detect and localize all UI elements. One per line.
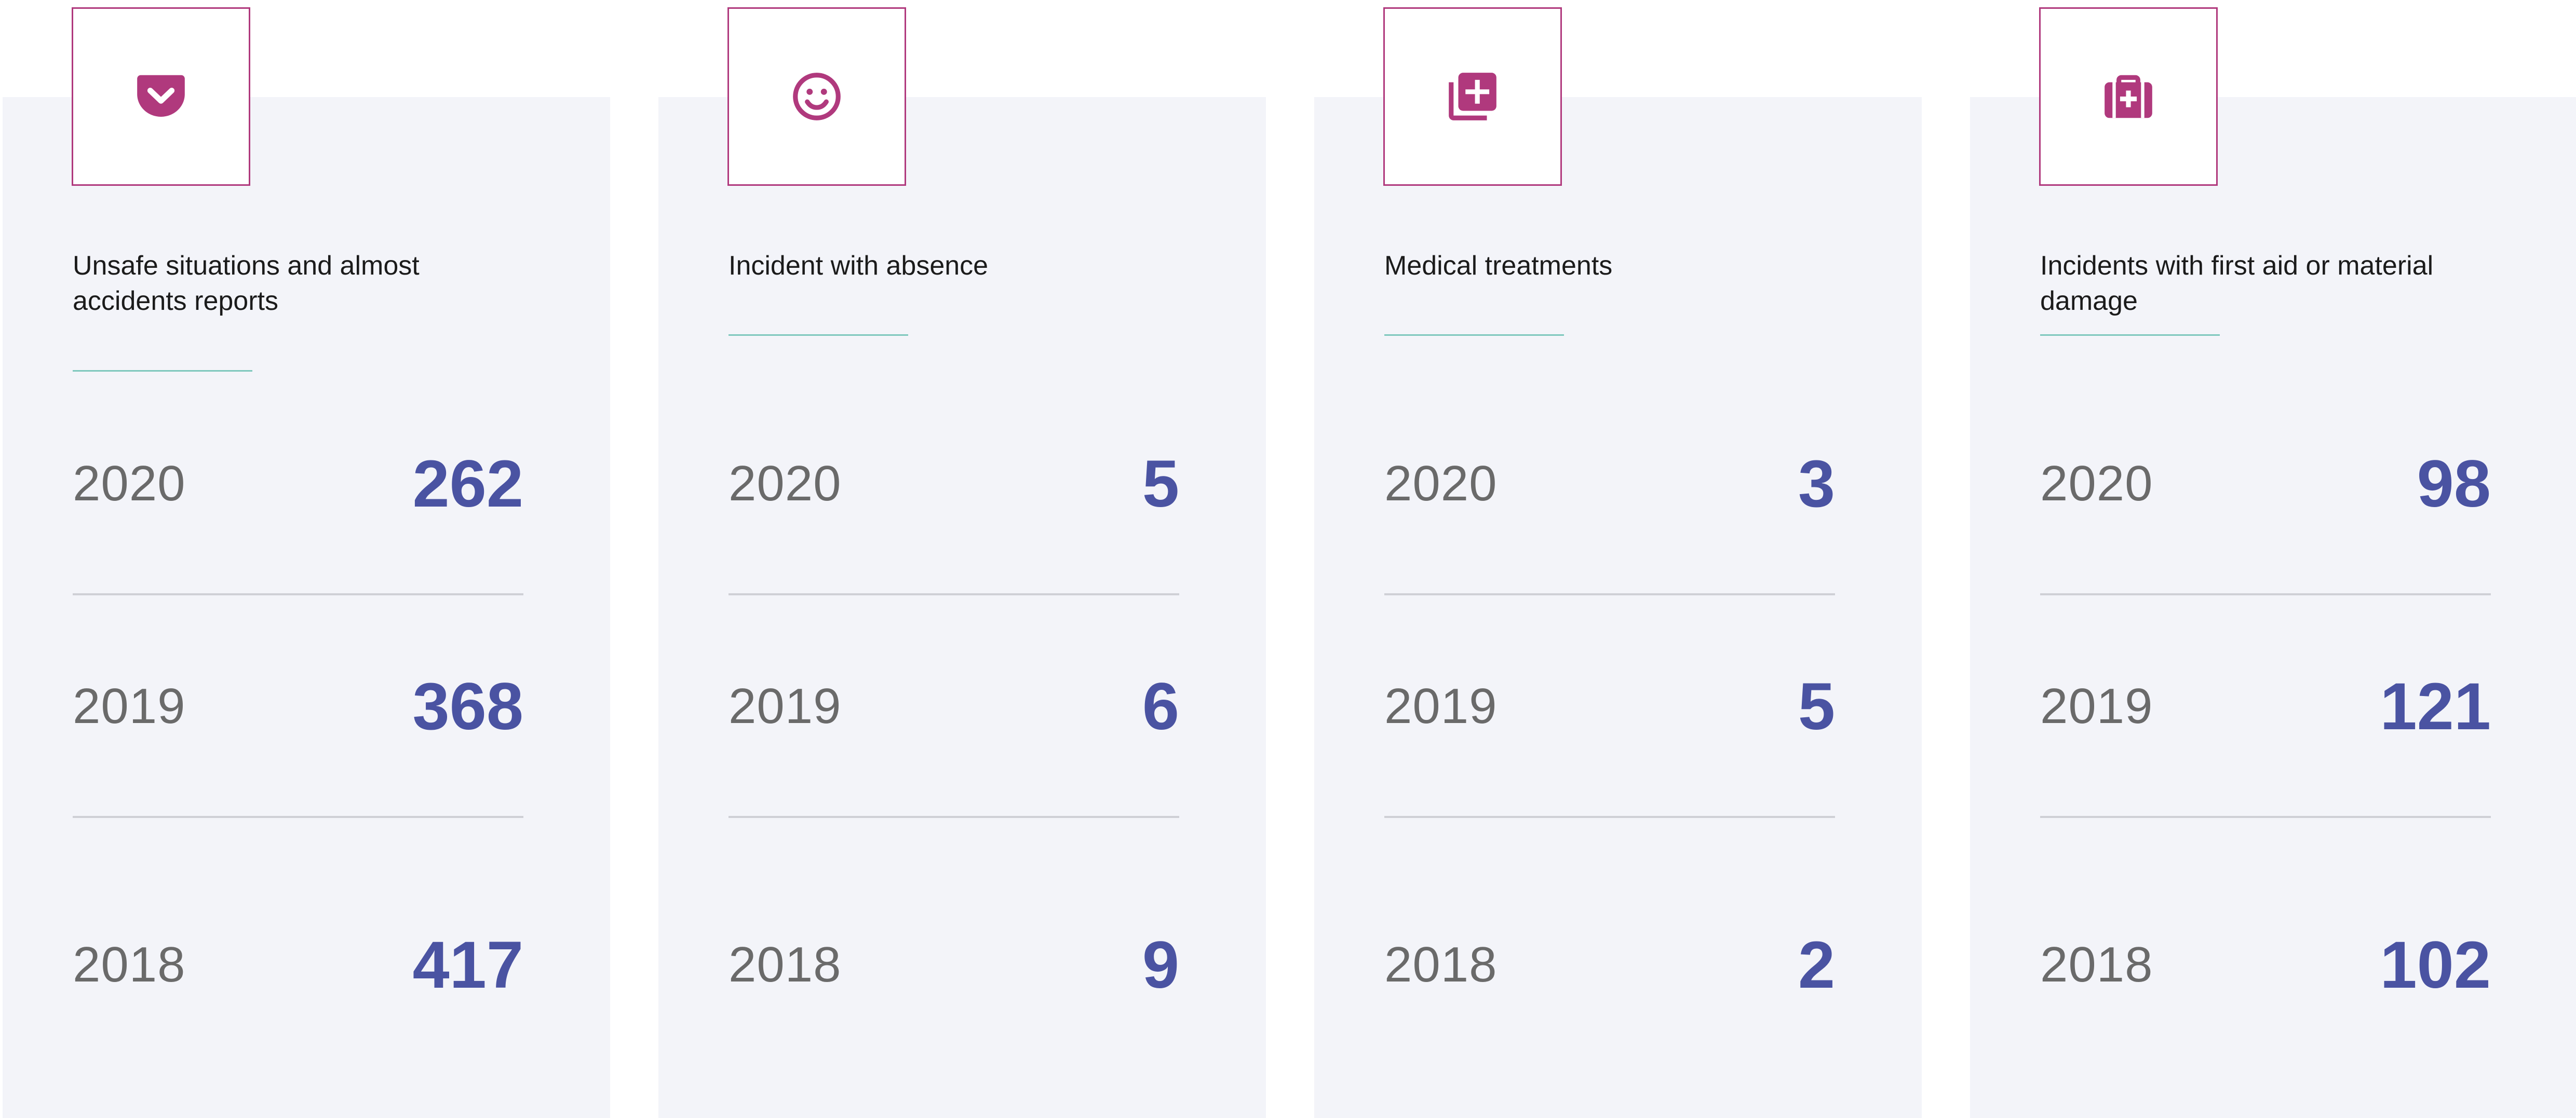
stat-row: 2019 121 [2040, 665, 2491, 748]
stat-row: 2018 9 [729, 923, 1179, 1006]
stat-row: 2019 6 [729, 665, 1179, 748]
stat-row: 2019 5 [1384, 665, 1835, 748]
row-divider [73, 816, 523, 818]
stat-row: 2020 262 [73, 442, 523, 525]
add-to-library-icon [1449, 73, 1496, 120]
icon-box [72, 7, 250, 186]
stat-value: 5 [1142, 446, 1179, 521]
stat-value: 102 [2380, 928, 2491, 1002]
row-divider [729, 593, 1179, 595]
stat-year: 2018 [729, 937, 842, 992]
stat-row: 2020 3 [1384, 442, 1835, 525]
stat-value: 5 [1798, 669, 1835, 744]
stat-year: 2019 [73, 678, 186, 734]
stat-row: 2018 2 [1384, 923, 1835, 1006]
stat-year: 2020 [1384, 456, 1498, 511]
row-divider [729, 816, 1179, 818]
stat-row: 2018 417 [73, 923, 523, 1006]
row-divider [2040, 593, 2491, 595]
stat-year: 2020 [2040, 456, 2153, 511]
stat-row: 2018 102 [2040, 923, 2491, 1006]
title-underline [73, 370, 252, 372]
title-underline [1384, 334, 1564, 336]
card-title: Incidents with first aid or material dam… [2040, 251, 2434, 316]
title-underline [729, 334, 908, 336]
icon-box [2039, 7, 2218, 186]
icon-box [727, 7, 906, 186]
row-divider [1384, 593, 1835, 595]
stat-year: 2019 [729, 678, 842, 734]
stat-row: 2019 368 [73, 665, 523, 748]
card-title: Unsafe situations and almost accidents r… [73, 251, 420, 316]
stat-year: 2018 [73, 937, 186, 992]
stat-row: 2020 98 [2040, 442, 2491, 525]
stat-value: 3 [1798, 446, 1835, 521]
smiley-face-icon [793, 73, 841, 120]
stat-value: 368 [412, 669, 523, 744]
stat-value: 6 [1142, 669, 1179, 744]
stat-value: 2 [1798, 928, 1835, 1002]
row-divider [73, 593, 523, 595]
card-title: Incident with absence [729, 251, 989, 281]
icon-box [1383, 7, 1562, 186]
stat-year: 2020 [73, 456, 186, 511]
stat-year: 2019 [1384, 678, 1498, 734]
title-underline [2040, 334, 2220, 336]
card-title: Medical treatments [1384, 251, 1613, 281]
row-divider [1384, 816, 1835, 818]
pocket-shield-icon [137, 75, 185, 117]
medical-kit-icon [2105, 75, 2152, 118]
stat-value: 417 [412, 928, 523, 1002]
row-divider [2040, 816, 2491, 818]
stat-year: 2018 [2040, 937, 2153, 992]
stat-value: 98 [2417, 446, 2491, 521]
stat-value: 9 [1142, 928, 1179, 1002]
stat-value: 262 [412, 446, 523, 521]
stat-row: 2020 5 [729, 442, 1179, 525]
stat-year: 2018 [1384, 937, 1498, 992]
stat-year: 2019 [2040, 678, 2153, 734]
stat-year: 2020 [729, 456, 842, 511]
stat-value: 121 [2380, 669, 2491, 744]
